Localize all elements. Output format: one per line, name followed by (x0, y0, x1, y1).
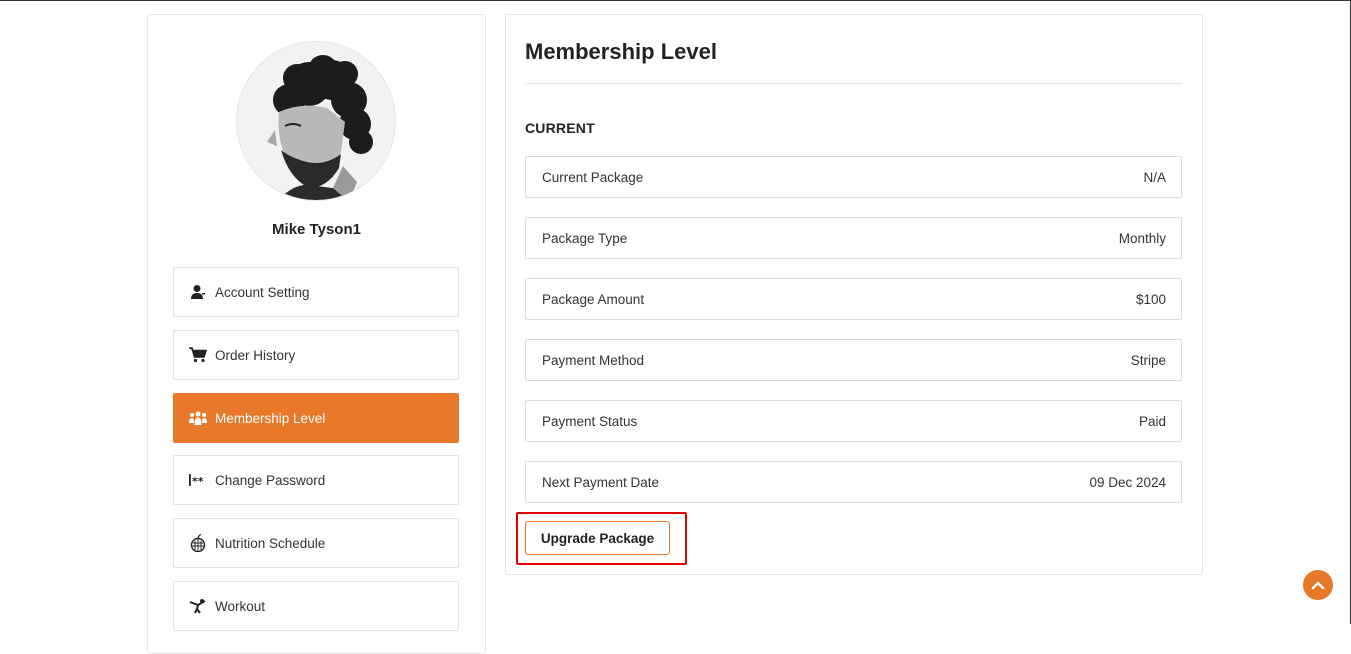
info-row-next-payment-date: Next Payment Date 09 Dec 2024 (525, 461, 1182, 503)
info-row-package-amount: Package Amount $100 (525, 278, 1182, 320)
sidebar-item-nutrition-schedule[interactable]: Nutrition Schedule (173, 518, 459, 568)
info-label: Next Payment Date (542, 474, 660, 490)
sidebar-item-order-history[interactable]: Order History (173, 330, 459, 380)
info-row-payment-method: Payment Method Stripe (525, 339, 1182, 381)
info-row-package-type: Package Type Monthly (525, 217, 1182, 259)
user-icon (188, 282, 208, 302)
sidebar-item-label: Membership Level (215, 410, 326, 426)
chevron-up-icon (1311, 581, 1325, 590)
title-divider (525, 83, 1182, 84)
cart-icon (188, 345, 208, 365)
upgrade-package-button[interactable]: Upgrade Package (525, 521, 670, 555)
info-row-payment-status: Payment Status Paid (525, 400, 1182, 442)
sidebar-item-label: Nutrition Schedule (215, 535, 326, 551)
info-value: Paid (1138, 413, 1166, 429)
svg-text:**: ** (192, 475, 204, 487)
info-value: 09 Dec 2024 (1089, 474, 1166, 490)
sidebar-item-account-setting[interactable]: Account Setting (173, 267, 459, 317)
scroll-to-top-button[interactable] (1303, 570, 1333, 600)
sidebar-item-label: Account Setting (215, 284, 310, 300)
info-label: Payment Status (542, 413, 638, 429)
profile-sidebar: Mike Tyson1 Account Setting Order Histor… (147, 14, 486, 654)
sidebar-item-label: Change Password (215, 472, 326, 488)
membership-panel: Membership Level CURRENT Current Package… (505, 14, 1203, 575)
info-value: $100 (1135, 291, 1166, 307)
page-title: Membership Level (525, 39, 717, 64)
info-label: Payment Method (542, 352, 645, 368)
sidebar-item-label: Workout (215, 598, 266, 614)
sidebar-item-membership-level[interactable]: Membership Level (173, 393, 459, 443)
avatar (236, 41, 396, 201)
info-value: Monthly (1118, 230, 1166, 246)
workout-icon (188, 596, 208, 616)
section-heading: CURRENT (525, 120, 595, 136)
info-label: Package Amount (542, 291, 645, 307)
info-value: N/A (1143, 169, 1166, 185)
password-icon: ** (188, 470, 208, 490)
user-name: Mike Tyson1 (272, 221, 361, 238)
info-row-current-package: Current Package N/A (525, 156, 1182, 198)
info-value: Stripe (1130, 352, 1166, 368)
info-label: Current Package (542, 169, 644, 185)
window-top-border (0, 0, 1351, 1)
info-label: Package Type (542, 230, 628, 246)
apple-icon (188, 533, 208, 553)
sidebar-item-label: Order History (215, 347, 296, 363)
sidebar-item-change-password[interactable]: ** Change Password (173, 455, 459, 505)
group-icon (188, 408, 208, 428)
